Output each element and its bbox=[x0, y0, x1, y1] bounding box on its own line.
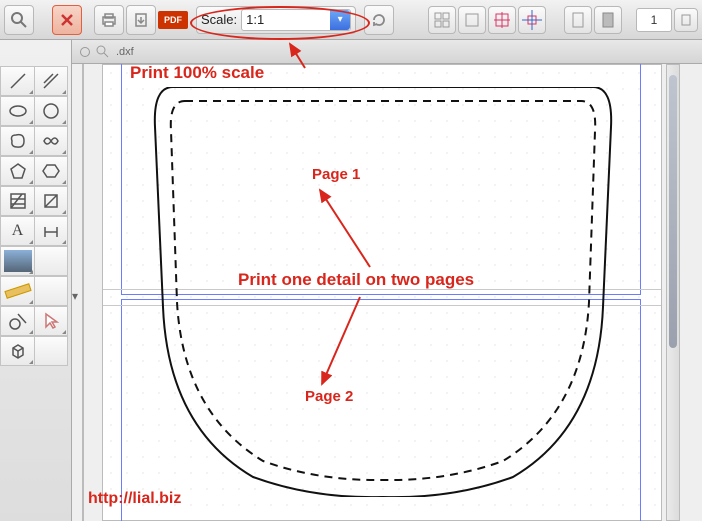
cube-tool[interactable] bbox=[0, 336, 34, 366]
crosshair-pink-button[interactable] bbox=[488, 6, 516, 34]
annotation-scale-arrow bbox=[280, 40, 320, 70]
page-number-field[interactable]: 1 bbox=[636, 8, 672, 32]
center-target-button[interactable] bbox=[518, 6, 546, 34]
chevron-down-icon: ▾ bbox=[72, 289, 78, 303]
drawing-canvas[interactable] bbox=[102, 64, 662, 521]
annotation-scale-circle bbox=[190, 6, 370, 40]
toolbar-right-group: 1 bbox=[428, 6, 698, 34]
text-tool[interactable]: A bbox=[0, 216, 34, 246]
square-diag-tool[interactable] bbox=[34, 186, 68, 216]
close-button[interactable] bbox=[52, 5, 82, 35]
hatch-tool[interactable] bbox=[0, 186, 34, 216]
blank-tool-1[interactable] bbox=[34, 246, 68, 276]
hexagon-tool[interactable] bbox=[34, 156, 68, 186]
doc-zoom-icon bbox=[96, 45, 110, 59]
dimension-tool[interactable] bbox=[34, 216, 68, 246]
circle-tool[interactable] bbox=[34, 96, 68, 126]
left-tool-palette: A bbox=[0, 40, 72, 521]
grid-single-button[interactable] bbox=[458, 6, 486, 34]
polyline-tool[interactable] bbox=[34, 66, 68, 96]
export-button[interactable] bbox=[126, 5, 156, 35]
pentagon-tool[interactable] bbox=[0, 156, 34, 186]
scrollbar-thumb[interactable] bbox=[669, 75, 677, 348]
annotation-page1: Page 1 bbox=[312, 166, 360, 183]
image-tool[interactable] bbox=[0, 246, 34, 276]
doc-indicator-icon bbox=[80, 47, 90, 57]
page-settings-button[interactable] bbox=[674, 8, 698, 32]
ellipse-tool[interactable] bbox=[0, 96, 34, 126]
annotation-arrow-down bbox=[310, 292, 370, 392]
canvas-viewport[interactable]: ▾ bbox=[72, 64, 702, 521]
page-dark-button[interactable] bbox=[594, 6, 622, 34]
annotation-arrow-up bbox=[310, 182, 390, 272]
zoom-button[interactable] bbox=[4, 5, 34, 35]
annotation-url: http://lial.biz bbox=[88, 490, 181, 508]
document-bar: .dxf bbox=[0, 40, 702, 64]
pointer-tool[interactable] bbox=[34, 306, 68, 336]
infinity-tool[interactable] bbox=[34, 126, 68, 156]
pdf-button[interactable]: PDF bbox=[158, 11, 188, 29]
line-tool[interactable] bbox=[0, 66, 34, 96]
print-button[interactable] bbox=[94, 5, 124, 35]
page-button[interactable] bbox=[564, 6, 592, 34]
vertical-ruler bbox=[82, 64, 84, 521]
vertical-scrollbar[interactable] bbox=[666, 64, 680, 521]
grid-2x2-button[interactable] bbox=[428, 6, 456, 34]
blank-tool-2[interactable] bbox=[34, 276, 68, 306]
blob-tool[interactable] bbox=[0, 126, 34, 156]
annotation-scale-hint: Print 100% scale bbox=[130, 63, 264, 83]
ruler-tool[interactable] bbox=[0, 276, 34, 306]
annotation-split-hint: Print one detail on two pages bbox=[238, 270, 474, 290]
pattern-shape bbox=[153, 87, 613, 497]
arc-tangent-tool[interactable] bbox=[0, 306, 34, 336]
blank-tool-3[interactable] bbox=[34, 336, 68, 366]
